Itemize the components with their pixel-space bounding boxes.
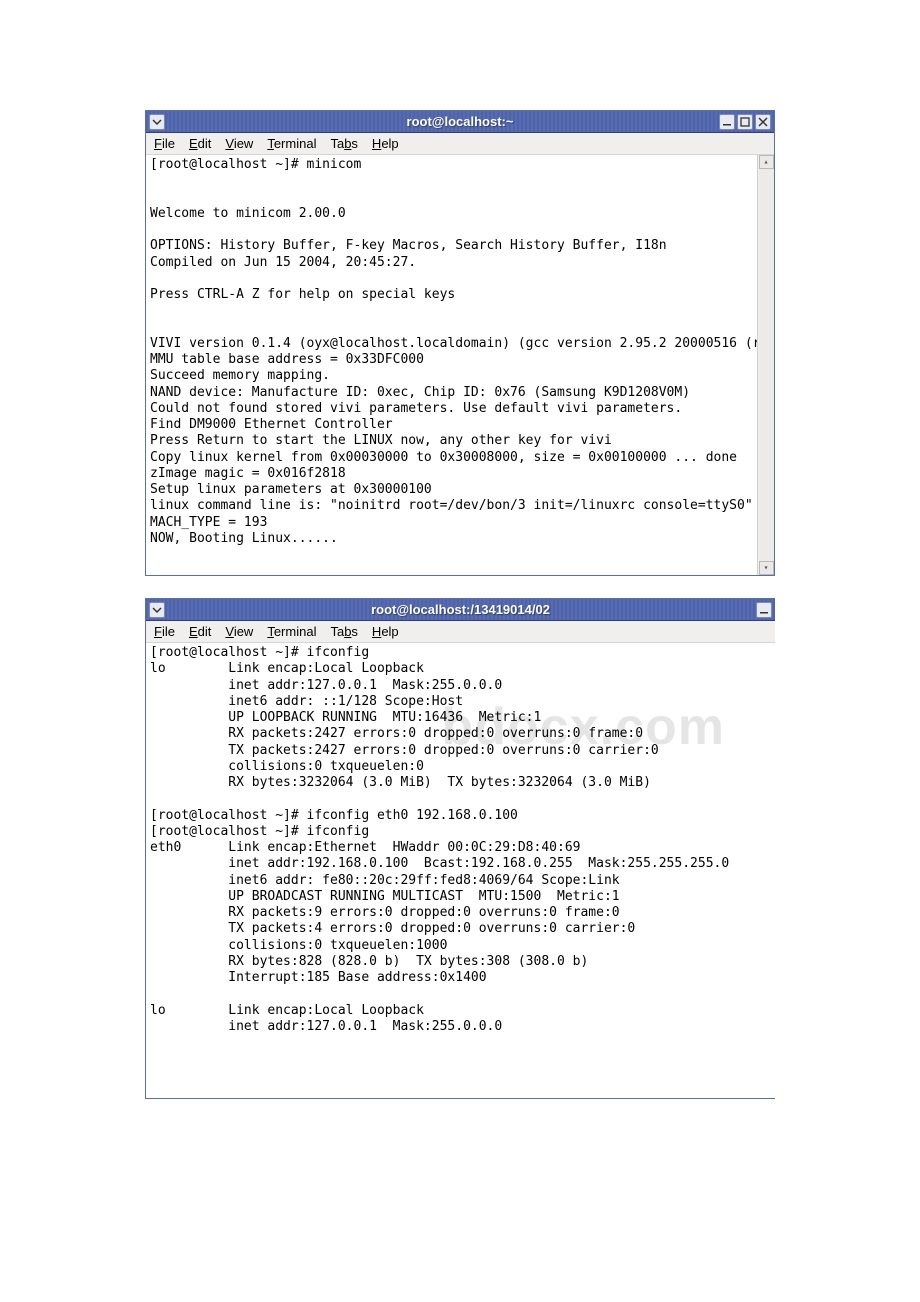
window-menu-icon[interactable] bbox=[149, 114, 165, 130]
menu-help[interactable]: Help bbox=[372, 624, 399, 639]
window-title: root@localhost:/13419014/02 bbox=[371, 602, 550, 617]
menu-terminal[interactable]: Terminal bbox=[267, 136, 316, 151]
terminal-window-2: root@localhost:/13419014/02 File Edit Vi… bbox=[145, 598, 775, 1099]
menu-view[interactable]: View bbox=[225, 136, 253, 151]
menu-file[interactable]: File bbox=[154, 624, 175, 639]
terminal-output[interactable]: [root@localhost ~]# minicom Welcome to m… bbox=[146, 155, 774, 575]
menu-file[interactable]: File bbox=[154, 136, 175, 151]
menu-edit[interactable]: Edit bbox=[189, 136, 211, 151]
maximize-button[interactable] bbox=[737, 114, 753, 130]
menu-tabs[interactable]: Tabs bbox=[330, 136, 357, 151]
menu-help[interactable]: Help bbox=[372, 136, 399, 151]
minimize-button[interactable] bbox=[719, 114, 735, 130]
scroll-track[interactable] bbox=[759, 169, 774, 561]
vertical-scrollbar[interactable]: ▴ ▾ bbox=[757, 155, 774, 575]
terminal-window-1: root@localhost:~ File Edit View Terminal… bbox=[145, 110, 775, 576]
menu-view[interactable]: View bbox=[225, 624, 253, 639]
menu-tabs[interactable]: Tabs bbox=[330, 624, 357, 639]
minimize-button[interactable] bbox=[756, 602, 772, 618]
menubar: File Edit View Terminal Tabs Help bbox=[146, 133, 774, 155]
close-button[interactable] bbox=[755, 114, 771, 130]
scroll-down-icon[interactable]: ▾ bbox=[759, 561, 774, 575]
menu-terminal[interactable]: Terminal bbox=[267, 624, 316, 639]
titlebar[interactable]: root@localhost:~ bbox=[146, 111, 774, 133]
window-menu-icon[interactable] bbox=[149, 602, 165, 618]
titlebar[interactable]: root@localhost:/13419014/02 bbox=[146, 599, 775, 621]
window-title: root@localhost:~ bbox=[407, 114, 514, 129]
menu-edit[interactable]: Edit bbox=[189, 624, 211, 639]
menubar: File Edit View Terminal Tabs Help bbox=[146, 621, 775, 643]
scroll-up-icon[interactable]: ▴ bbox=[759, 155, 774, 169]
terminal-output[interactable]: [root@localhost ~]# ifconfig lo Link enc… bbox=[146, 643, 775, 1098]
